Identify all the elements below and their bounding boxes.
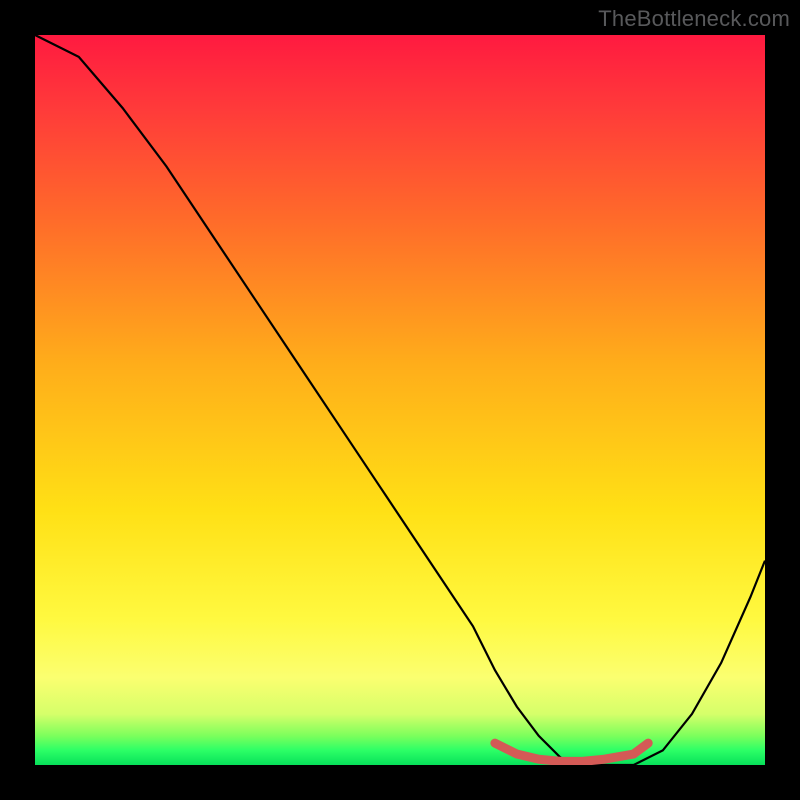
curve-layer	[35, 35, 765, 765]
plot-area	[35, 35, 765, 765]
attribution-label: TheBottleneck.com	[598, 6, 790, 32]
highlight-band	[495, 743, 648, 761]
bottleneck-curve	[35, 35, 765, 765]
chart-canvas: TheBottleneck.com	[0, 0, 800, 800]
